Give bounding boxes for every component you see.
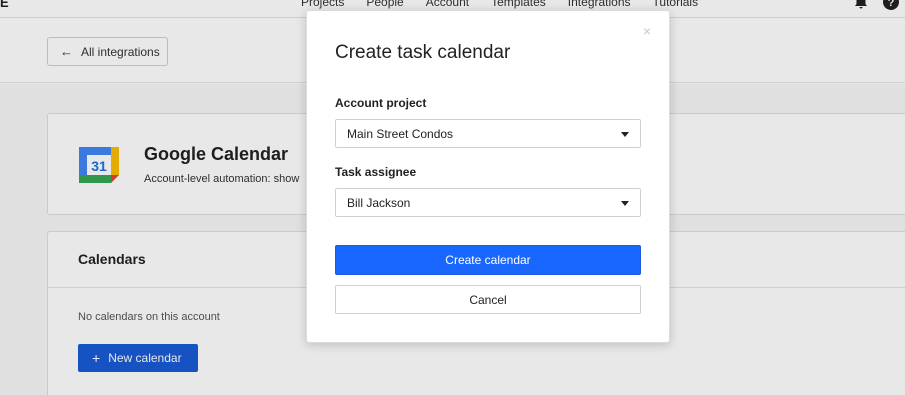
account-project-label: Account project	[335, 96, 427, 110]
create-task-calendar-dialog: × Create task calendar Account project M…	[306, 10, 670, 343]
task-assignee-label: Task assignee	[335, 165, 417, 179]
account-project-select[interactable]: Main Street Condos	[335, 119, 641, 148]
caret-down-icon	[621, 132, 629, 137]
dialog-title: Create task calendar	[335, 42, 511, 63]
caret-down-icon	[621, 201, 629, 206]
task-assignee-value: Bill Jackson	[347, 196, 411, 210]
account-project-value: Main Street Condos	[347, 127, 454, 141]
create-calendar-button[interactable]: Create calendar	[335, 245, 641, 275]
close-icon[interactable]: ×	[643, 24, 651, 38]
cancel-button[interactable]: Cancel	[335, 285, 641, 314]
task-assignee-select[interactable]: Bill Jackson	[335, 188, 641, 217]
